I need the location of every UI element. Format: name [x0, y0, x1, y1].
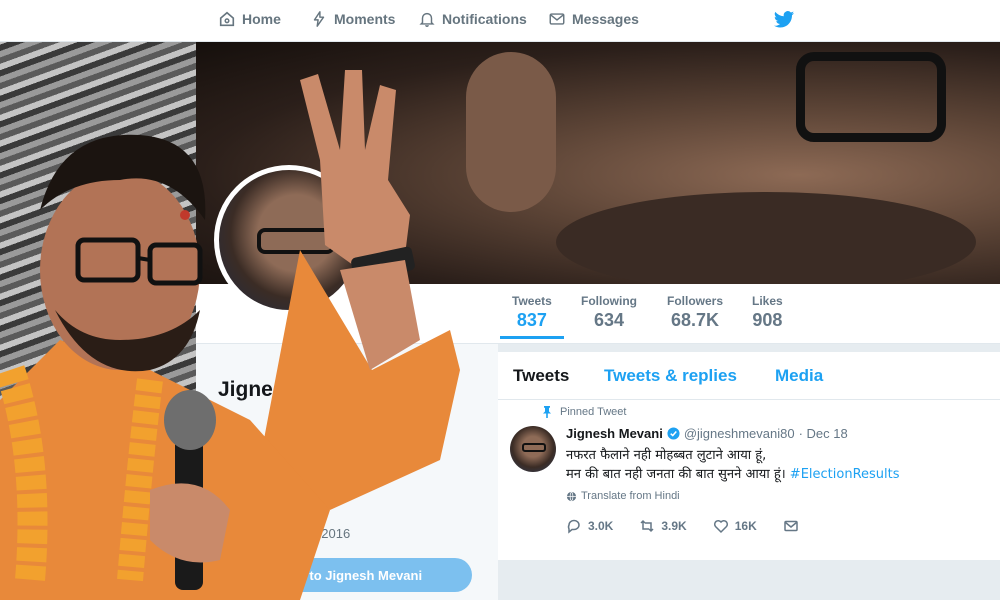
stat-tweets[interactable]: Tweets 837: [500, 294, 564, 339]
avatar-glasses: [257, 228, 335, 254]
retweet-icon: [640, 519, 654, 533]
lightning-icon: [313, 11, 325, 27]
tweet-handle[interactable]: @jigneshmevani80: [684, 426, 795, 441]
tab-media[interactable]: Media: [775, 366, 823, 386]
stat-value: 837: [516, 310, 547, 330]
banner-beard: [556, 192, 976, 284]
tweet-avatar[interactable]: [510, 426, 556, 472]
stat-followers[interactable]: Followers 68.7K: [667, 294, 723, 331]
tweet-author[interactable]: Jignesh Mevani: [566, 426, 663, 441]
globe-icon: [566, 491, 577, 502]
tweet-text-line-1: नफरत फैलाने नही मोहब्बत लुटाने आया हूं,: [566, 448, 767, 463]
pinned-indicator: Pinned Tweet: [542, 406, 626, 418]
reply-button[interactable]: 3.0K: [566, 518, 613, 534]
reply-count: 3.0K: [588, 519, 614, 533]
stat-label: Followers: [667, 294, 724, 308]
tweet-hashtag[interactable]: #ElectionResults: [790, 467, 900, 482]
stat-value: 634: [593, 310, 625, 330]
stat-value: 68.7K: [670, 310, 720, 330]
nav-notifications-label: Notifications: [442, 11, 527, 27]
nav-home-label: Home: [242, 11, 281, 27]
timeline-bottom-strip: [498, 560, 1000, 600]
tweet-header: Jignesh Mevani @jigneshmevani80 · Dec 18: [566, 426, 848, 441]
nav-home[interactable]: Home: [218, 10, 281, 28]
bell-icon: [419, 12, 435, 27]
nav-moments[interactable]: Moments: [310, 10, 395, 28]
retweet-count: 3.9K: [661, 519, 687, 533]
profile-name: Jignesh Mevani: [218, 378, 375, 401]
retweet-button[interactable]: 3.9K: [639, 518, 687, 534]
tweet-to-button[interactable]: Tweet to Jignesh Mevani: [220, 558, 472, 592]
tweet-text: नफरत फैलाने नही मोहब्बत लुटाने आया हूं, …: [566, 446, 900, 484]
envelope-icon: [549, 13, 565, 25]
heart-icon: [713, 519, 728, 534]
tab-tweets-replies[interactable]: Tweets & replies: [604, 366, 737, 386]
translate-label: Translate from Hindi: [581, 490, 680, 502]
stat-label: Following: [581, 294, 637, 308]
pin-icon: [543, 406, 551, 418]
profile-avatar[interactable]: [214, 165, 364, 315]
verified-badge-icon: [667, 427, 680, 440]
home-icon: [219, 11, 235, 27]
nav-moments-label: Moments: [334, 11, 396, 27]
nav-notifications[interactable]: Notifications: [418, 10, 527, 28]
background-photo-strip: [0, 0, 196, 600]
stat-following[interactable]: Following 634: [581, 294, 637, 331]
translate-link[interactable]: Translate from Hindi: [566, 490, 680, 502]
like-count: 16K: [734, 519, 757, 533]
banner-ear: [466, 52, 556, 212]
stat-value: 908: [752, 310, 783, 330]
banner-glasses: [796, 52, 946, 142]
reply-icon: [567, 519, 580, 534]
profile-joined-date: Joined August 2016: [236, 526, 351, 541]
pinned-label: Pinned Tweet: [560, 406, 627, 418]
nav-messages-label: Messages: [572, 11, 639, 27]
tweet-actions: 3.0K 3.9K 16K: [566, 518, 825, 534]
stat-label: Tweets: [512, 294, 552, 308]
stat-label: Likes: [752, 294, 783, 308]
timeline-tabs: Tweets Tweets & replies Media: [498, 352, 1000, 400]
direct-message-button[interactable]: [783, 518, 799, 534]
tweet-date[interactable]: · Dec 18: [799, 426, 848, 441]
tweet-text-line-2: मन की बात नही जनता की बात सुनने आया हूं।…: [566, 465, 900, 484]
stat-likes[interactable]: Likes 908: [752, 294, 783, 331]
like-button[interactable]: 16K: [713, 518, 757, 534]
tab-tweets[interactable]: Tweets: [513, 366, 569, 386]
envelope-icon: [783, 520, 798, 532]
tweet-avatar-glasses: [522, 443, 546, 452]
tweet-text-line-2-body: मन की बात नही जनता की बात सुनने आया हूं।: [566, 467, 786, 482]
nav-messages[interactable]: Messages: [548, 10, 639, 28]
twitter-bird-icon[interactable]: [773, 10, 795, 30]
top-nav: Home Moments Notifications Messages: [0, 0, 1000, 42]
